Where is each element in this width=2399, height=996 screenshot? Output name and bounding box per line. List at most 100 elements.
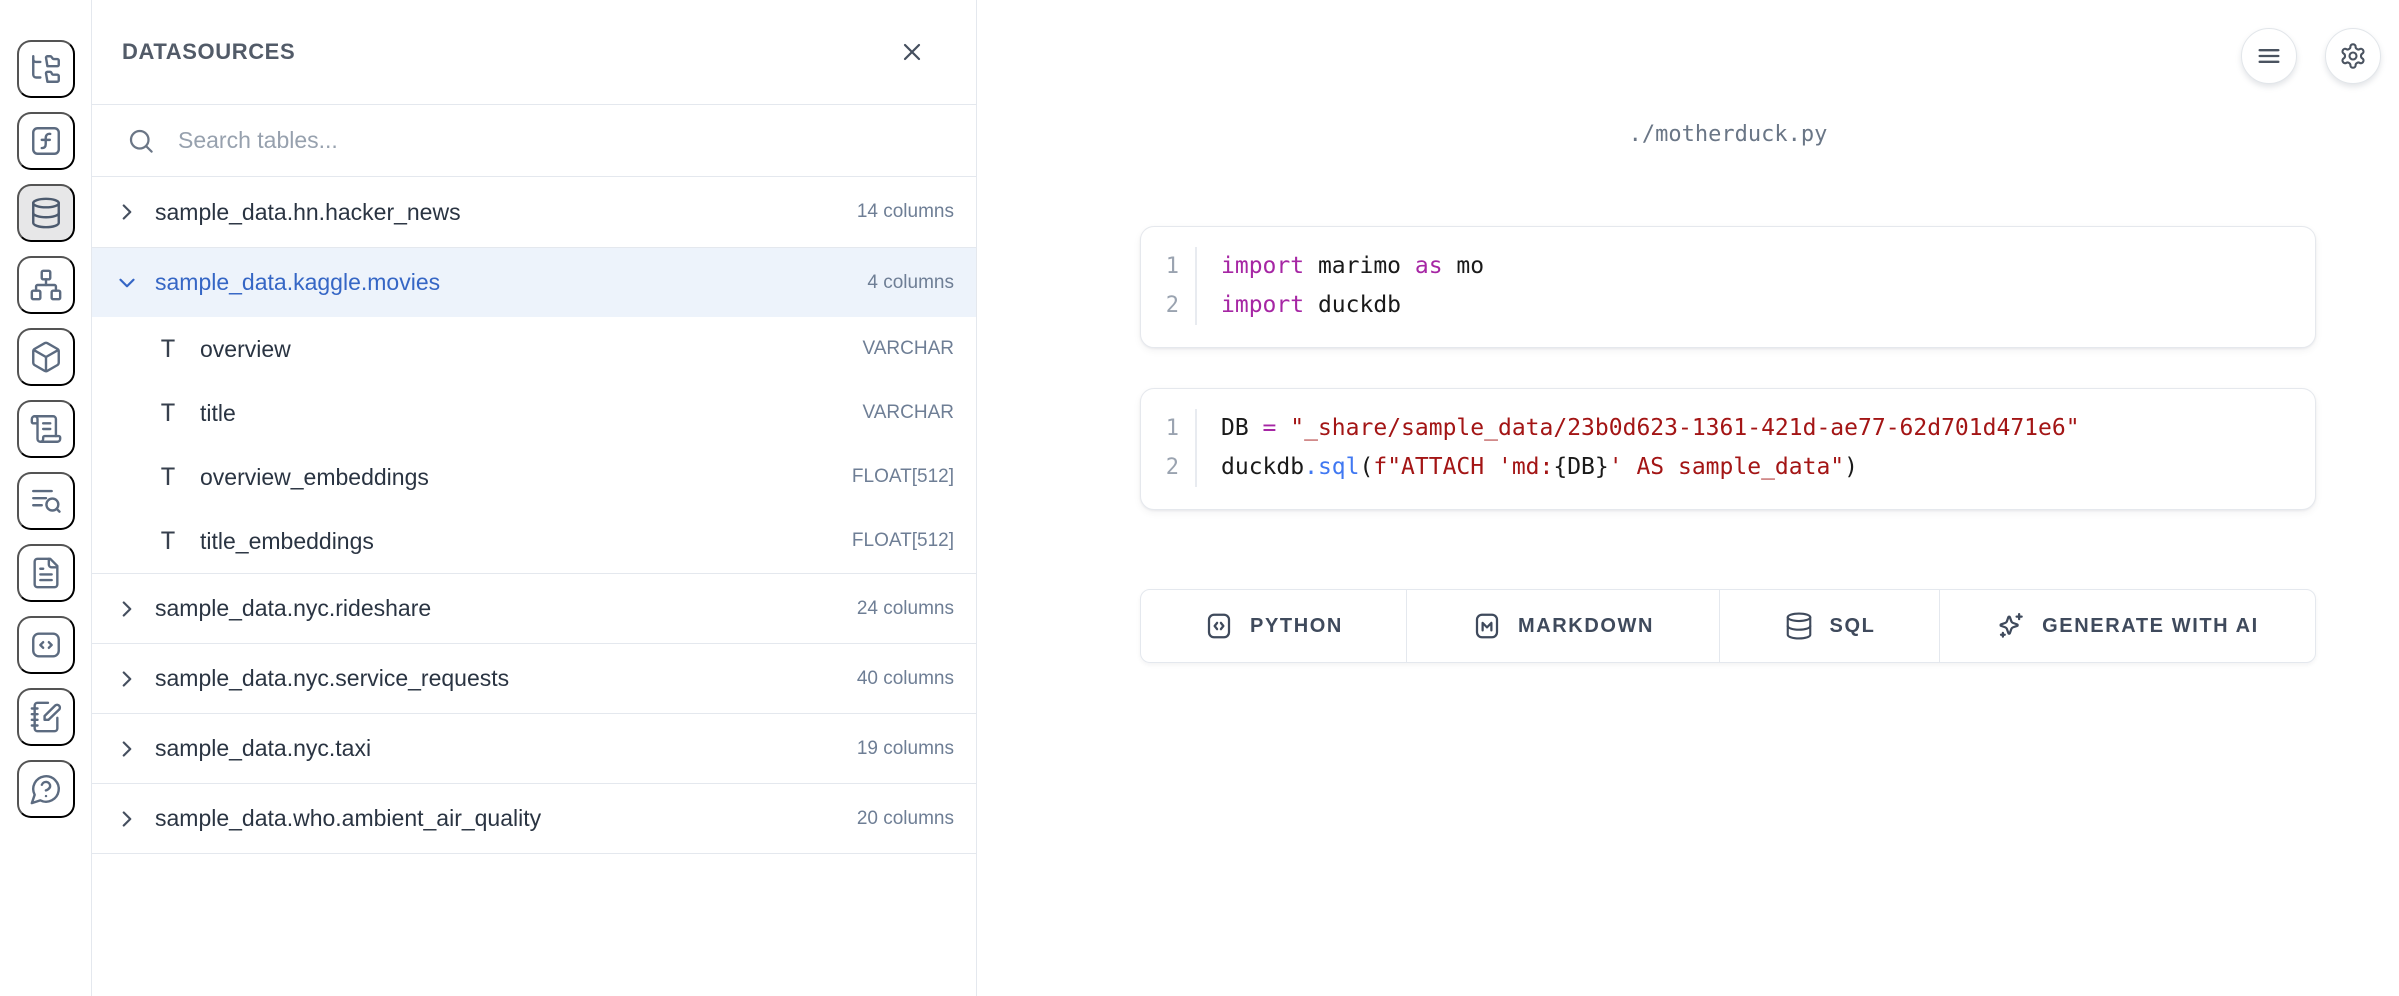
sidebar-item-file-explorer[interactable]	[17, 40, 75, 98]
notebook-filename: ./motherduck.py	[1140, 122, 2316, 147]
column-row[interactable]: Toverview_embeddingsFLOAT[512]	[92, 445, 976, 509]
sidebar-item-packages[interactable]	[17, 328, 75, 386]
help-icon	[29, 772, 63, 806]
dependency-graph-icon	[29, 268, 63, 302]
snippets-icon	[29, 628, 63, 662]
column-row[interactable]: ToverviewVARCHAR	[92, 317, 976, 381]
code-cell[interactable]: 1import marimo as mo2import duckdb	[1140, 226, 2316, 348]
table-row[interactable]: sample_data.kaggle.movies4 columns	[92, 247, 976, 317]
chevron-right-icon	[114, 666, 140, 692]
sidebar-item-datasources[interactable]	[17, 184, 75, 242]
table-column-count: 14 columns	[857, 201, 954, 223]
code-token: import	[1221, 253, 1304, 279]
add-button-label: SQL	[1830, 615, 1876, 638]
line-number: 2	[1141, 448, 1197, 487]
sidebar-item-scratchpad[interactable]	[17, 688, 75, 746]
panel-header: DATASOURCES	[92, 0, 976, 105]
code-line: 2import duckdb	[1141, 286, 2315, 325]
menu-button[interactable]	[2241, 28, 2297, 84]
chevron-right-icon	[114, 596, 140, 622]
close-panel-button[interactable]	[898, 38, 926, 66]
column-type: FLOAT[512]	[852, 530, 954, 552]
add-button-label: PYTHON	[1250, 615, 1343, 638]
table-name: sample_data.kaggle.movies	[155, 269, 440, 296]
table-row[interactable]: sample_data.nyc.taxi19 columns	[92, 713, 976, 783]
column-row[interactable]: Ttitle_embeddingsFLOAT[512]	[92, 509, 976, 573]
column-type: VARCHAR	[863, 402, 955, 424]
code-token: {DB}	[1553, 454, 1608, 480]
sidebar-item-help[interactable]	[17, 760, 75, 818]
search-row	[92, 105, 976, 177]
add-sql-button[interactable]: SQL	[1719, 590, 1939, 662]
table-row[interactable]: sample_data.nyc.service_requests40 colum…	[92, 643, 976, 713]
app: DATASOURCES sample_data.hn.hacker_news14…	[0, 0, 2399, 996]
table-row[interactable]: sample_data.who.ambient_air_quality 20 co…	[92, 783, 976, 853]
code-token: ' AS sample_data"	[1609, 454, 1844, 480]
add-markdown-button[interactable]: MARKDOWN	[1406, 590, 1719, 662]
chevron-right-icon	[114, 199, 140, 225]
table-row[interactable]: sample_data.nyc.rideshare24 columns	[92, 573, 976, 643]
add-button-label: MARKDOWN	[1518, 615, 1654, 638]
code-token: .sql	[1304, 454, 1359, 480]
code-token: duckdb	[1304, 292, 1401, 318]
code-token: DB	[1221, 415, 1263, 441]
code-text[interactable]: DB = "_share/sample_data/23b0d623-1361-4…	[1197, 409, 2080, 448]
code-token: )	[1844, 454, 1858, 480]
add-generate-with-ai-button[interactable]: GENERATE WITH AI	[1939, 590, 2315, 662]
sidebar-item-logs[interactable]	[17, 400, 75, 458]
table-column-count: 24 columns	[857, 598, 954, 620]
code-text[interactable]: import duckdb	[1197, 286, 1401, 325]
table-name: sample_data.who.ambient_air_quality	[155, 805, 541, 832]
table-row[interactable]: sample_data.hn.hacker_news14 columns	[92, 177, 976, 247]
column-name: title	[200, 400, 236, 427]
search-logs-icon	[29, 484, 63, 518]
sidebar-rail	[0, 0, 92, 996]
column-name: overview_embeddings	[200, 464, 429, 491]
search-tables-input[interactable]	[178, 127, 946, 154]
code-icon	[1204, 611, 1234, 641]
logs-icon	[29, 412, 63, 446]
column-row[interactable]: Ttitle VARCHAR	[92, 381, 976, 445]
chevron-down-icon	[114, 270, 140, 296]
code-text[interactable]: import marimo as mo	[1197, 247, 1484, 286]
code-token: marimo	[1304, 253, 1415, 279]
table-column-count: 20 columns	[857, 808, 954, 830]
settings-button[interactable]	[2325, 28, 2381, 84]
function-icon	[29, 124, 63, 158]
code-token: =	[1263, 415, 1277, 441]
chevron-right-icon	[114, 806, 140, 832]
code-text[interactable]: duckdb.sql(f"ATTACH 'md:{DB}' AS sample_…	[1197, 448, 1858, 487]
package-icon	[29, 340, 63, 374]
text-type-icon: T	[154, 527, 182, 555]
sidebar-item-snippets[interactable]	[17, 616, 75, 674]
cells-container: 1import marimo as mo2import duckdb1DB = …	[977, 226, 2399, 510]
code-token	[1276, 415, 1290, 441]
column-name: overview	[200, 336, 291, 363]
markdown-icon	[1472, 611, 1502, 641]
sidebar-item-variables[interactable]	[17, 112, 75, 170]
code-cell[interactable]: 1DB = "_share/sample_data/23b0d623-1361-…	[1140, 388, 2316, 510]
close-icon	[898, 38, 926, 66]
code-token: f"ATTACH 'md:	[1373, 454, 1553, 480]
add-cell-button-group: PYTHON MARKDOWN SQL GENERATE WITH AI	[1140, 589, 2316, 663]
code-token: import	[1221, 292, 1304, 318]
table-column-count: 40 columns	[857, 668, 954, 690]
code-token: (	[1359, 454, 1373, 480]
text-type-icon: T	[154, 463, 182, 491]
search-icon	[126, 126, 156, 156]
sidebar-item-tracebacks[interactable]	[17, 472, 75, 530]
line-number: 2	[1141, 286, 1197, 325]
code-token: as	[1415, 253, 1443, 279]
table-column-count: 19 columns	[857, 738, 954, 760]
sidebar-item-dependencies[interactable]	[17, 256, 75, 314]
line-number: 1	[1141, 409, 1197, 448]
database-icon	[1784, 611, 1814, 641]
chevron-right-icon	[114, 806, 140, 832]
notebook-main: ./motherduck.py 1import marimo as mo2imp…	[977, 0, 2399, 996]
text-type-icon: T	[154, 399, 182, 427]
sidebar-item-documentation[interactable]	[17, 544, 75, 602]
add-python-button[interactable]: PYTHON	[1141, 590, 1406, 662]
chevron-right-icon	[114, 736, 140, 762]
code-line: 1DB = "_share/sample_data/23b0d623-1361-…	[1141, 409, 2315, 448]
chevron-right-icon	[114, 666, 140, 692]
